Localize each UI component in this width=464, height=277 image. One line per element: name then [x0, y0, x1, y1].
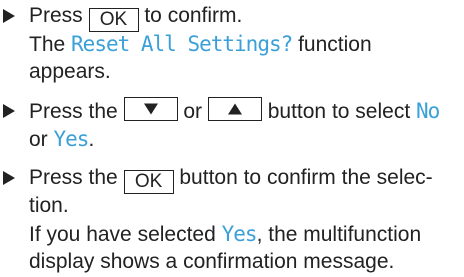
text: button to confirm the selec-	[173, 166, 433, 189]
step-1-line-3: appears.	[29, 60, 111, 83]
text: Press the	[29, 100, 124, 123]
bullet-arrow-icon	[3, 2, 17, 30]
step-1-line-1: Press OK to confirm.	[29, 2, 243, 32]
ok-key: OK	[123, 170, 174, 194]
step-3-line-2: tion.	[29, 194, 69, 217]
text: .	[88, 128, 95, 151]
text: or	[177, 100, 208, 123]
step-3-line-1: Press the OK button to confirm the selec…	[29, 164, 433, 194]
step-2-line-1: Press the or button to select No	[29, 97, 440, 125]
display-message: Reset All Settings?	[71, 32, 293, 56]
text: If you have selected	[29, 223, 222, 246]
step-2-line-2: or Yes.	[29, 125, 94, 153]
display-option-yes: Yes	[221, 222, 258, 246]
up-arrow-key-icon	[207, 97, 262, 121]
instruction-page: Press OK to confirm. The Reset All Setti…	[0, 0, 464, 277]
text: The	[29, 33, 72, 56]
down-arrow-key-icon	[123, 97, 178, 121]
display-option-yes: Yes	[53, 127, 90, 151]
text: function	[292, 33, 372, 56]
step-1-line-2: The Reset All Settings? function	[29, 30, 372, 58]
text: Press the	[29, 166, 124, 189]
text: or	[29, 128, 54, 151]
text: Press	[29, 4, 89, 27]
bullet-arrow-icon	[3, 164, 17, 192]
text: , the multifunction	[256, 223, 422, 246]
ok-key: OK	[88, 8, 139, 32]
text: button to select	[261, 100, 416, 123]
step-3-line-3: If you have selected Yes, the multifunct…	[29, 220, 421, 248]
text: to confirm.	[138, 4, 243, 27]
step-3-line-4: display shows a confirmation message.	[29, 250, 395, 273]
bullet-arrow-icon	[3, 97, 17, 125]
display-option-no: No	[416, 99, 440, 123]
